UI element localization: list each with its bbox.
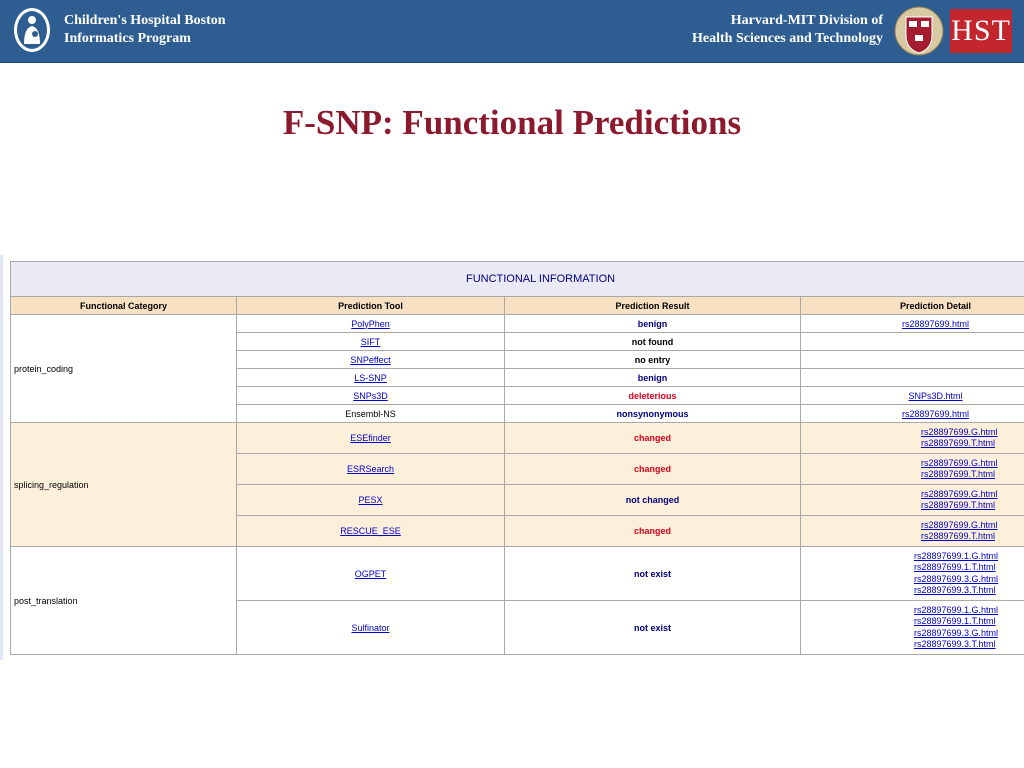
result-cell: benign — [504, 368, 801, 387]
detail-link[interactable]: rs28897699.html — [902, 409, 969, 419]
detail-link[interactable]: rs28897699.3.G.html — [914, 628, 998, 638]
detail-link[interactable]: rs28897699.G.html — [921, 458, 998, 468]
table-caption-row: FUNCTIONAL INFORMATION — [9, 261, 1024, 297]
harvard-shield-icon — [894, 6, 944, 56]
result-cell: changed — [504, 453, 801, 485]
result-cell: no entry — [504, 350, 801, 369]
tool-link[interactable]: SIFT — [361, 337, 381, 347]
detail-link[interactable]: rs28897699.html — [902, 319, 969, 329]
result-cell: not exist — [504, 600, 801, 655]
org-left-name: Children's Hospital Boston Informatics P… — [64, 12, 226, 48]
category-cell: splicing_regulation — [10, 422, 237, 547]
table-caption: FUNCTIONAL INFORMATION — [9, 261, 1024, 297]
table-row: post_translation OGPET not exist rs28897… — [10, 546, 1024, 655]
functional-information-table: FUNCTIONAL INFORMATION Functional Catego… — [9, 261, 1024, 655]
header-banner: Children's Hospital Boston Informatics P… — [0, 0, 1024, 63]
detail-link[interactable]: rs28897699.G.html — [921, 489, 998, 499]
column-header: Prediction Detail — [799, 296, 1024, 315]
detail-link[interactable]: rs28897699.T.html — [921, 438, 995, 448]
detail-cell-empty — [799, 368, 1024, 387]
detail-cell-empty — [799, 332, 1024, 351]
category-cell: post_translation — [10, 546, 237, 655]
detail-link[interactable]: rs28897699.T.html — [921, 469, 995, 479]
tool-link[interactable]: PolyPhen — [351, 319, 390, 329]
detail-link[interactable]: rs28897699.T.html — [921, 500, 995, 510]
org-right-line1: Harvard-MIT Division of — [730, 13, 883, 28]
detail-link[interactable]: rs28897699.1.T.html — [914, 562, 996, 572]
column-header: Prediction Tool — [236, 296, 505, 315]
childrens-hospital-logo-icon — [14, 8, 50, 52]
org-left-line1: Children's Hospital Boston — [64, 13, 226, 28]
tool-link[interactable]: PESX — [358, 495, 382, 505]
tool-link[interactable]: RESCUE_ESE — [340, 526, 401, 536]
detail-link[interactable]: rs28897699.G.html — [921, 427, 998, 437]
detail-cell-empty — [799, 350, 1024, 369]
table-row: splicing_regulation ESEfinder changed rs… — [10, 422, 1024, 547]
detail-link[interactable]: rs28897699.3.T.html — [914, 639, 996, 649]
result-cell: not found — [504, 332, 801, 351]
detail-link[interactable]: rs28897699.1.G.html — [914, 605, 998, 615]
column-header: Functional Category — [10, 296, 237, 315]
tool-link[interactable]: Sulfinator — [351, 623, 389, 633]
slide-title: F-SNP: Functional Predictions — [282, 103, 742, 142]
detail-link[interactable]: rs28897699.3.G.html — [914, 574, 998, 584]
tool-link[interactable]: ESRSearch — [347, 464, 394, 474]
tool-name: Ensembl-NS — [236, 404, 505, 423]
detail-link[interactable]: rs28897699.T.html — [921, 531, 995, 541]
tool-link[interactable]: SNPs3D — [353, 391, 388, 401]
category-cell: protein_coding — [10, 314, 237, 423]
hst-logo: HST — [950, 9, 1012, 53]
result-cell: changed — [504, 422, 801, 454]
tool-link[interactable]: ESEfinder — [350, 433, 391, 443]
detail-link[interactable]: SNPs3D.html — [909, 391, 963, 401]
tool-link[interactable]: SNPeffect — [350, 355, 390, 365]
org-left-line2: Informatics Program — [64, 31, 191, 46]
detail-link[interactable]: rs28897699.3.T.html — [914, 585, 996, 595]
detail-link[interactable]: rs28897699.1.T.html — [914, 616, 996, 626]
result-cell: deleterious — [504, 386, 801, 405]
table-row: protein_coding PolyPhen benign rs2889769… — [10, 314, 1024, 423]
detail-link[interactable]: rs28897699.G.html — [921, 520, 998, 530]
fsnp-screenshot: FUNCTIONAL INFORMATION Functional Catego… — [0, 255, 1024, 660]
detail-link[interactable]: rs28897699.1.G.html — [914, 551, 998, 561]
result-cell: benign — [504, 314, 801, 333]
org-right-line2: Health Sciences and Technology — [692, 31, 883, 46]
result-cell: not changed — [504, 484, 801, 516]
org-right-name: Harvard-MIT Division of Health Sciences … — [692, 12, 883, 48]
tool-link[interactable]: LS-SNP — [354, 373, 387, 383]
tool-link[interactable]: OGPET — [355, 569, 387, 579]
result-cell: nonsynonymous — [504, 404, 801, 423]
result-cell: changed — [504, 515, 801, 547]
table-header-row: Functional Category Prediction Tool Pred… — [10, 296, 1024, 315]
result-cell: not exist — [504, 546, 801, 601]
column-header: Prediction Result — [504, 296, 801, 315]
